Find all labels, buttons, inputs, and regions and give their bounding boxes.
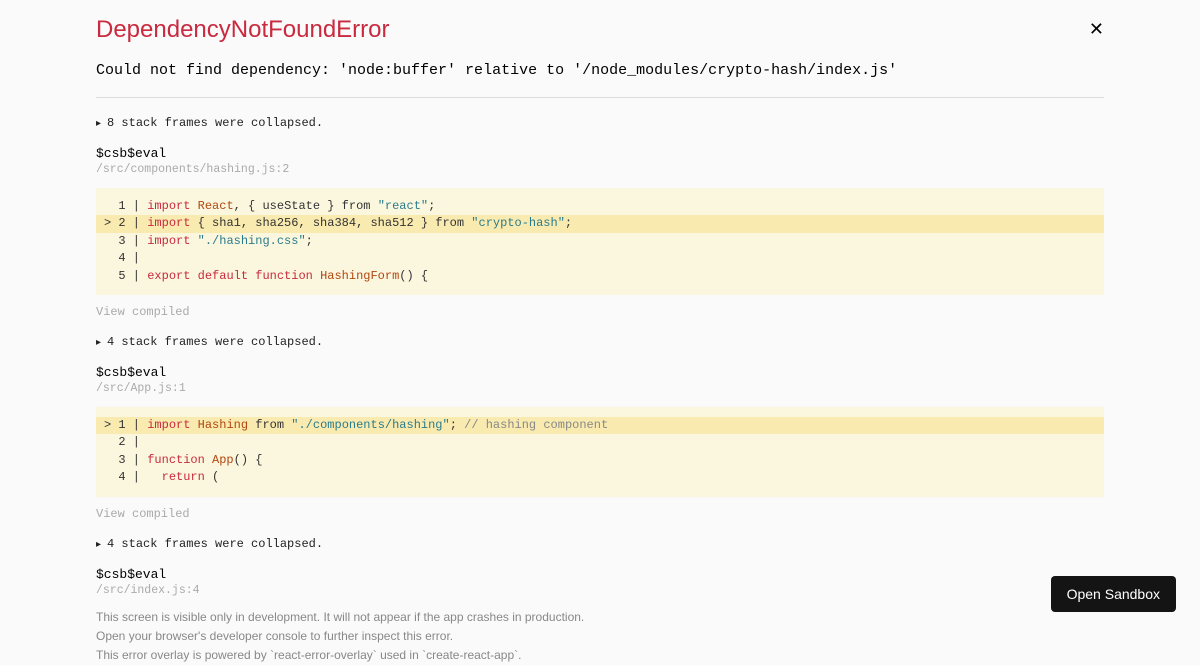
frame-function-name: $csb$eval <box>96 365 1104 380</box>
error-title: DependencyNotFoundError <box>96 16 390 44</box>
footer-console-note: Open your browser's developer console to… <box>96 628 1104 645</box>
open-sandbox-button[interactable]: Open Sandbox <box>1051 576 1176 612</box>
collapsed-frames-toggle[interactable]: 8 stack frames were collapsed. <box>96 116 1104 130</box>
frame-location: /src/index.js:4 <box>96 584 1104 597</box>
code-snippet: > 1 | import Hashing from "./components/… <box>96 407 1104 497</box>
view-compiled-link[interactable]: View compiled <box>96 305 1104 319</box>
close-icon[interactable]: ✕ <box>1089 20 1104 38</box>
frame-location: /src/App.js:1 <box>96 382 1104 395</box>
collapsed-frames-toggle[interactable]: 4 stack frames were collapsed. <box>96 335 1104 349</box>
footer-dev-note: This screen is visible only in developme… <box>96 609 1104 626</box>
header-row: DependencyNotFoundError ✕ <box>96 16 1104 44</box>
footer-powered-by: This error overlay is powered by `react-… <box>96 647 1104 664</box>
frame-function-name: $csb$eval <box>96 567 1104 582</box>
error-message: Could not find dependency: 'node:buffer'… <box>96 62 1104 79</box>
view-compiled-link[interactable]: View compiled <box>96 507 1104 521</box>
code-snippet: 1 | import React, { useState } from "rea… <box>96 188 1104 295</box>
error-overlay: DependencyNotFoundError ✕ Could not find… <box>0 0 1200 665</box>
frame-location: /src/components/hashing.js:2 <box>96 163 1104 176</box>
frame-function-name: $csb$eval <box>96 146 1104 161</box>
collapsed-frames-toggle[interactable]: 4 stack frames were collapsed. <box>96 537 1104 551</box>
divider <box>96 97 1104 98</box>
